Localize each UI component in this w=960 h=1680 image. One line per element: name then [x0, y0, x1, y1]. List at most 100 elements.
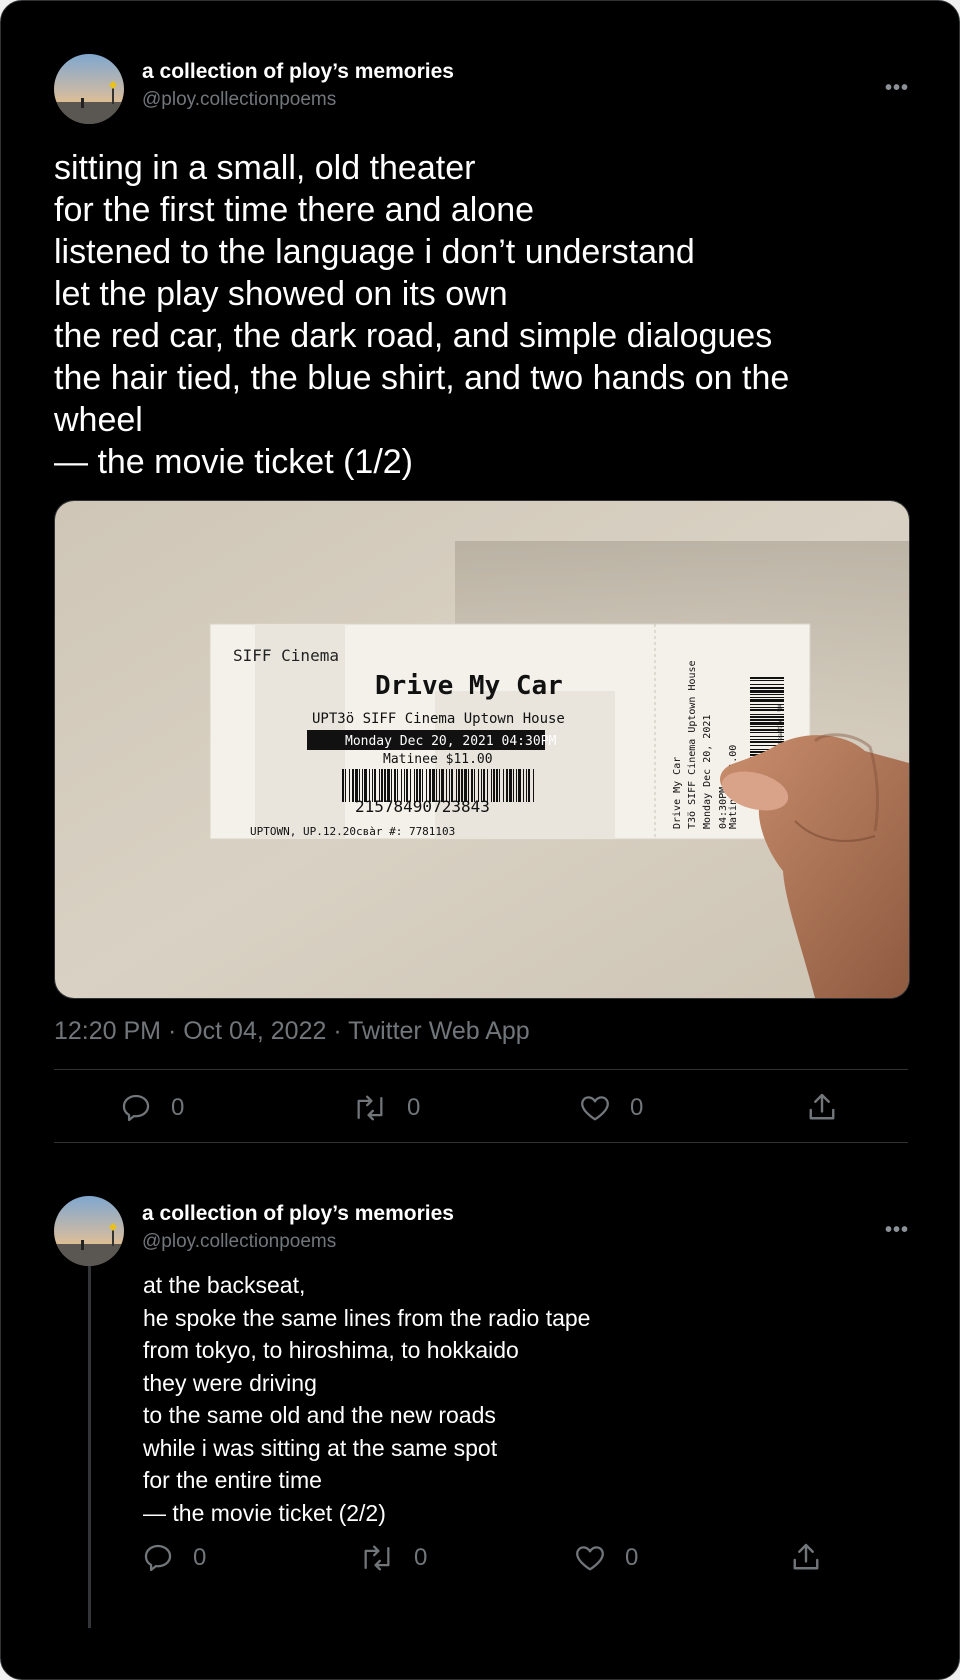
- heart-icon: [573, 1541, 607, 1575]
- reply-text: at the backseat, he spoke the same lines…: [143, 1269, 903, 1529]
- ticket-stub-title: Drive My Car: [672, 757, 683, 829]
- tweet-text-line: the hair tied, the blue shirt, and two h…: [54, 359, 790, 397]
- barcode-stripe: [528, 769, 530, 802]
- barcode-stripe: [345, 769, 346, 802]
- thread-line: [88, 1263, 91, 1628]
- reply-text-line: they were driving: [143, 1369, 317, 1396]
- barcode-stripe: [349, 769, 350, 802]
- retweet-icon: [358, 1541, 396, 1575]
- barcode-stripe: [493, 769, 495, 802]
- barcode-stripe: [750, 677, 784, 679]
- ticket-footer: UPTOWN, UP.12.20сва̀r #: 7781103: [250, 825, 455, 838]
- reply-text-line: while i was sitting at the same spot: [143, 1434, 498, 1461]
- divider: [54, 1069, 908, 1070]
- share-button[interactable]: [804, 1089, 840, 1125]
- barcode-stripe: [750, 709, 784, 711]
- barcode-stripe: [516, 769, 517, 802]
- movie-ticket: SIFF Cinema Drive My Car UPT3ö SIFF Cine…: [209, 623, 811, 840]
- reply-text-line: at the backseat,: [143, 1272, 306, 1298]
- barcode-stripe: [750, 680, 784, 681]
- like-button[interactable]: 0: [578, 1091, 643, 1125]
- reply-reply-count: 0: [193, 1544, 207, 1571]
- ticket-venue: SIFF Cinema: [233, 646, 339, 665]
- barcode-stripe: [499, 769, 500, 802]
- tweet-text-line: — the movie ticket (1/2): [54, 443, 414, 481]
- barcode-stripe: [496, 769, 498, 802]
- tweet-photo[interactable]: SIFF Cinema Drive My Car UPT3ö SIFF Cine…: [54, 500, 910, 999]
- tweet-text: sitting in a small, old theater for the …: [54, 147, 914, 483]
- barcode-stripe: [533, 769, 534, 802]
- reply-icon: [119, 1091, 153, 1125]
- barcode-stripe: [506, 769, 508, 802]
- ticket-showtime: Monday Dec 20, 2021 04:30PM: [345, 734, 556, 749]
- more-options-icon[interactable]: •••: [885, 77, 909, 100]
- barcode-stripe: [750, 726, 784, 727]
- ticket-theater: UPT3ö SIFF Cinema Uptown House: [312, 711, 565, 727]
- reply-text-line: he spoke the same lines from the radio t…: [143, 1304, 591, 1331]
- barcode-stripe: [750, 719, 784, 721]
- reply-retweet-button[interactable]: 0: [358, 1541, 427, 1575]
- share-icon: [788, 1539, 824, 1575]
- barcode-stripe: [750, 687, 784, 689]
- tweet-text-line: let the play showed on its own: [54, 275, 508, 313]
- reply-icon: [141, 1541, 175, 1575]
- barcode-stripe: [750, 684, 784, 685]
- retweet-button[interactable]: 0: [351, 1091, 420, 1125]
- barcode-stripe: [750, 722, 784, 725]
- barcode-stripe: [750, 694, 784, 695]
- barcode-stripe: [342, 769, 344, 802]
- barcode-stripe: [750, 704, 784, 705]
- barcode-stripe: [750, 716, 784, 718]
- reply-text-line: to the same old and the new roads: [143, 1402, 496, 1428]
- barcode-stripe: [750, 739, 784, 740]
- barcode-stripe: [523, 769, 524, 802]
- ticket-title: Drive My Car: [375, 671, 563, 701]
- barcode-stripe: [491, 769, 492, 802]
- reply-text-line: for the entire time: [143, 1467, 322, 1493]
- reply-author-avatar[interactable]: [54, 1196, 124, 1266]
- tweet-text-line: wheel: [54, 401, 143, 439]
- heart-icon: [578, 1091, 612, 1125]
- like-count: 0: [630, 1094, 644, 1121]
- reply-author-handle[interactable]: @ploy.collectionpoems: [142, 1231, 336, 1253]
- barcode-stripe: [750, 732, 784, 733]
- reply-like-count: 0: [625, 1544, 639, 1571]
- tweet-text-line: listened to the language i don’t underst…: [54, 233, 695, 271]
- reply-author-name[interactable]: a collection of ploy’s memories: [142, 1202, 454, 1226]
- reply-more-options-icon[interactable]: •••: [885, 1219, 909, 1242]
- barcode-stripe: [750, 697, 784, 698]
- reply-share-button[interactable]: [788, 1539, 824, 1575]
- author-avatar[interactable]: [54, 54, 124, 124]
- ticket-price: Matinee $11.00: [383, 752, 493, 767]
- reply-count: 0: [171, 1094, 185, 1121]
- ticket-stub-theater: T3ö SIFF Cinema Uptown House: [687, 660, 698, 829]
- barcode-stripe: [750, 690, 784, 693]
- reply-like-button[interactable]: 0: [573, 1541, 638, 1575]
- barcode-stripe: [509, 769, 512, 802]
- tweet-card: a collection of ploy’s memories @ploy.co…: [0, 0, 960, 1680]
- barcode-stripe: [503, 769, 504, 802]
- author-handle[interactable]: @ploy.collectionpoems: [142, 89, 336, 111]
- barcode-stripe: [750, 729, 784, 731]
- barcode-stripe: [750, 707, 784, 708]
- barcode-stripe: [518, 769, 521, 802]
- barcode-stripe: [750, 699, 784, 702]
- tweet-timestamp[interactable]: 12:20 PM · Oct 04, 2022 · Twitter Web Ap…: [54, 1017, 530, 1046]
- barcode-stripe: [750, 736, 784, 737]
- barcode-stripe: [513, 769, 514, 802]
- ticket-barcode-number: 21578490723843: [355, 797, 490, 816]
- retweet-icon: [351, 1091, 389, 1125]
- share-icon: [804, 1089, 840, 1125]
- reply-retweet-count: 0: [414, 1544, 428, 1571]
- reply-text-line: from tokyo, to hiroshima, to hokkaido: [143, 1337, 519, 1363]
- tweet-text-line: sitting in a small, old theater: [54, 149, 476, 187]
- barcode-stripe: [526, 769, 527, 802]
- divider: [54, 1142, 908, 1143]
- barcode-stripe: [750, 741, 784, 743]
- reply-reply-button[interactable]: 0: [141, 1541, 206, 1575]
- author-name[interactable]: a collection of ploy’s memories: [142, 60, 454, 84]
- tweet-text-line: for the first time there and alone: [54, 191, 535, 229]
- retweet-count: 0: [407, 1094, 421, 1121]
- reply-button[interactable]: 0: [119, 1091, 184, 1125]
- tweet-text-line: the red car, the dark road, and simple d…: [54, 317, 773, 355]
